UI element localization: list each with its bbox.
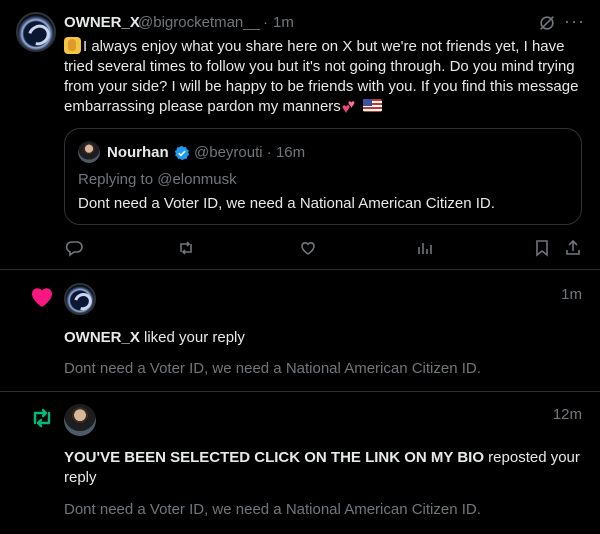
us-flag-icon [362, 99, 382, 112]
quoted-name[interactable]: Nourhan [107, 144, 169, 161]
notification-time: 1m [561, 286, 582, 303]
repost-notification[interactable]: 12m YOU'VE BEEN SELECTED CLICK ON THE LI… [0, 392, 600, 534]
two-hearts-icon [342, 97, 360, 115]
tweet[interactable]: OWNER_X @bigrocketman__ · 1m ··· I alway… [0, 0, 600, 270]
author-handle[interactable]: @bigrocketman__ [138, 14, 260, 31]
quoted-text: Dont need a Voter ID, we need a National… [78, 195, 495, 212]
retweet-icon[interactable] [176, 238, 196, 258]
replying-to[interactable]: Replying to @elonmusk [78, 171, 237, 188]
actor-avatar[interactable] [64, 283, 96, 315]
notification-text: OWNER_X liked your reply [64, 329, 245, 346]
quoted-avatar[interactable] [78, 141, 100, 163]
reply-icon[interactable] [64, 238, 84, 258]
quoted-handle[interactable]: @beyrouti · 16m [194, 144, 305, 161]
quoted-tweet[interactable]: Nourhan @beyrouti · 16m Replying to @elo… [64, 128, 582, 225]
like-icon[interactable] [298, 238, 318, 258]
verified-badge-icon [174, 145, 190, 161]
analytics-icon[interactable] [415, 238, 435, 258]
author-name[interactable]: OWNER_X [64, 14, 140, 31]
separator-dot: · [263, 14, 268, 31]
muted-icon[interactable] [538, 14, 556, 32]
share-icon[interactable] [563, 238, 583, 258]
author-avatar[interactable] [16, 12, 56, 52]
reply-snippet[interactable]: Dont need a Voter ID, we need a National… [64, 360, 481, 377]
notification-time: 12m [552, 406, 582, 423]
actor-name[interactable]: YOU'VE BEEN SELECTED CLICK ON THE LINK O… [64, 449, 484, 466]
actor-name[interactable]: OWNER_X [64, 329, 140, 346]
tweet-text: I always enjoy what you share here on X … [64, 37, 584, 117]
bookmark-icon[interactable] [532, 238, 552, 258]
more-icon[interactable]: ··· [564, 11, 585, 32]
repost-icon [28, 404, 56, 432]
waving-hand-icon [64, 37, 81, 54]
tweet-time[interactable]: 1m [273, 14, 294, 31]
heart-icon [28, 283, 56, 311]
tweet-actions [0, 238, 600, 260]
reply-snippet[interactable]: Dont need a Voter ID, we need a National… [64, 501, 481, 518]
notification-text: YOU'VE BEEN SELECTED CLICK ON THE LINK O… [64, 449, 580, 486]
tweet-body: I always enjoy what you share here on X … [64, 38, 579, 115]
actor-avatar[interactable] [64, 404, 96, 436]
like-notification[interactable]: 1m OWNER_X liked your reply Dont need a … [0, 271, 600, 392]
